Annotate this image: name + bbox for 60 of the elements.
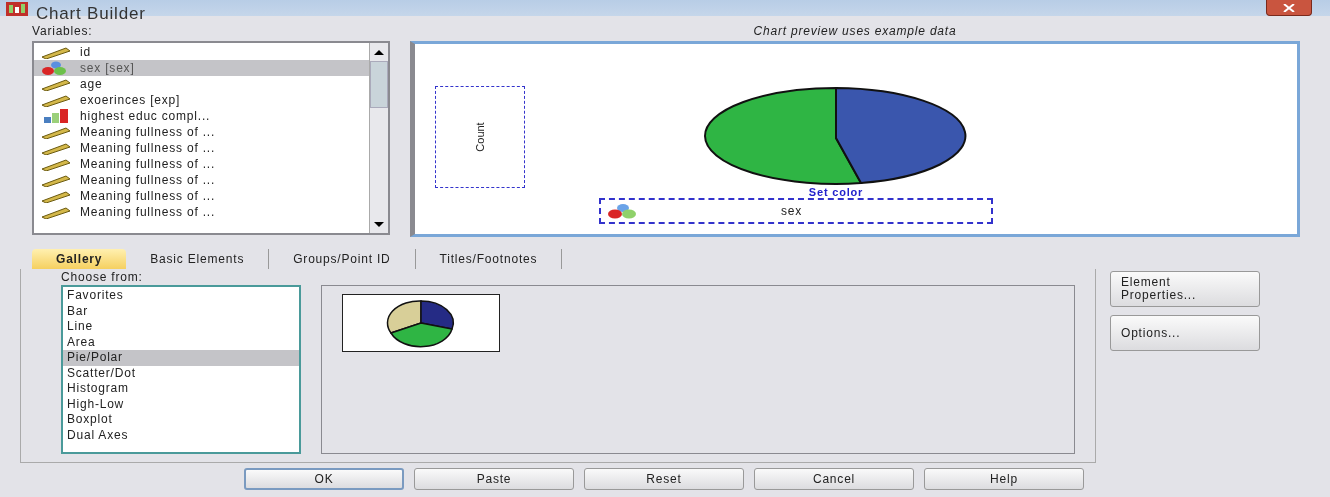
tab[interactable]: Basic Elements: [126, 249, 270, 269]
variables-label: Variables:: [31, 24, 94, 38]
variable-item[interactable]: Meaning fullness of ...: [34, 204, 369, 220]
chart-type-item[interactable]: Scatter/Dot: [63, 365, 299, 381]
variable-item[interactable]: Meaning fullness of ...: [34, 156, 369, 172]
tab[interactable]: Titles/Footnotes: [415, 249, 563, 269]
y-axis-drop-zone[interactable]: Count: [435, 86, 525, 188]
chart-type-item[interactable]: High-Low: [63, 396, 299, 412]
variable-item[interactable]: age: [34, 76, 369, 92]
variable-name: Meaning fullness of ...: [80, 205, 216, 219]
chart-type-item[interactable]: Bar: [63, 303, 299, 319]
variable-item[interactable]: Meaning fullness of ...: [34, 188, 369, 204]
side-button[interactable]: Element Properties...: [1110, 271, 1260, 307]
chart-type-item[interactable]: Pie/Polar: [63, 350, 299, 366]
tab[interactable]: Gallery: [32, 249, 127, 269]
dialog-button[interactable]: Reset: [584, 468, 744, 490]
axis-label: Count: [474, 122, 486, 152]
chart-type-item[interactable]: Favorites: [63, 288, 299, 304]
preview-caption: Chart preview uses example data: [752, 24, 958, 38]
set-color-link[interactable]: Set color: [808, 186, 864, 198]
variable-item[interactable]: sex [sex]: [34, 60, 369, 76]
variable-name: Meaning fullness of ...: [80, 173, 216, 187]
variable-name: sex [sex]: [80, 61, 135, 75]
close-icon: [1282, 3, 1296, 12]
dialog-button[interactable]: Paste: [414, 468, 574, 490]
chart-type-item[interactable]: Line: [63, 319, 299, 335]
down-arrow-icon: [374, 221, 384, 227]
variable-item[interactable]: Meaning fullness of ...: [34, 124, 369, 140]
dialog-button[interactable]: OK: [244, 468, 404, 490]
variable-item[interactable]: Meaning fullness of ...: [34, 140, 369, 156]
variable-name: Meaning fullness of ...: [80, 141, 216, 155]
variable-name: id: [80, 45, 91, 59]
tab[interactable]: Groups/Point ID: [269, 249, 416, 269]
chart-type-item[interactable]: Area: [63, 334, 299, 350]
dialog-button[interactable]: Cancel: [754, 468, 914, 490]
up-arrow-icon: [374, 49, 384, 55]
variable-item[interactable]: exoerinces [exp]: [34, 92, 369, 108]
variable-name: age: [80, 77, 103, 91]
variable-name: Meaning fullness of ...: [80, 157, 216, 171]
variable-item[interactable]: Meaning fullness of ...: [34, 172, 369, 188]
dialog-button[interactable]: Help: [924, 468, 1084, 490]
side-button[interactable]: Options...: [1110, 315, 1260, 351]
chart-type-item[interactable]: Histogram: [63, 381, 299, 397]
variable-name: Meaning fullness of ...: [80, 125, 216, 139]
variable-name: highest educ compl...: [80, 109, 211, 123]
choose-from-label: Choose from:: [61, 271, 144, 284]
color-drop-zone[interactable]: sex: [599, 198, 993, 224]
variable-name: Meaning fullness of ...: [80, 189, 216, 203]
pie-chart-thumbnail[interactable]: [342, 294, 500, 352]
window-title: Chart Builder: [36, 5, 146, 18]
app-icon: [6, 2, 28, 16]
chart-type-item[interactable]: Boxplot: [63, 412, 299, 428]
chart-type-item[interactable]: Dual Axes: [63, 427, 299, 443]
variable-item[interactable]: id: [34, 44, 369, 60]
drop-zone-label: sex: [781, 204, 803, 218]
variable-item[interactable]: highest educ compl...: [34, 108, 369, 124]
close-button[interactable]: [1266, 0, 1312, 16]
variable-name: exoerinces [exp]: [80, 93, 181, 107]
scrollbar-thumb[interactable]: [370, 61, 388, 108]
scrollbar[interactable]: [369, 43, 388, 233]
